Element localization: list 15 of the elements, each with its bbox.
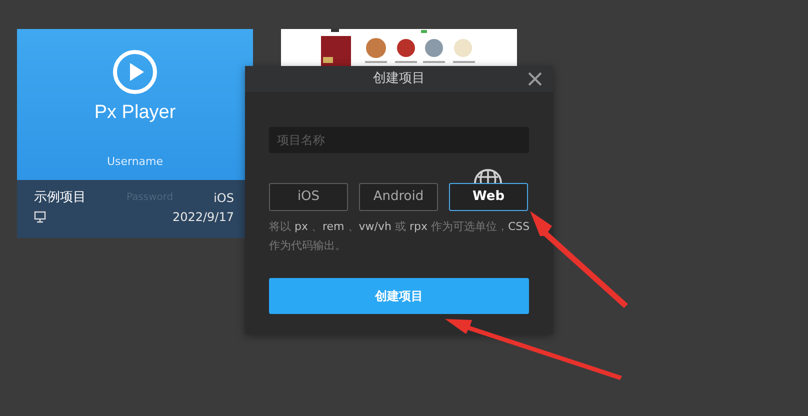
project-name-field[interactable]: 项目名称 (269, 127, 529, 153)
globe-icon (473, 166, 503, 183)
monitor-icon (34, 210, 46, 222)
platform-tab[interactable]: Web (449, 183, 528, 211)
platform-label: iOS (214, 190, 234, 207)
project-name: 示例项目 (34, 189, 86, 207)
hint-text: 将以 px 、rem 、vw/vh 或 rpx 作为可选单位，CSS 作为代码输出。 (269, 219, 531, 254)
username-label: Username (106, 154, 164, 170)
play-icon (112, 49, 158, 95)
dialog-title: 创建项目 (373, 70, 425, 88)
app-logo-text: Px Player (94, 101, 176, 125)
platform-tab[interactable]: Android (359, 183, 438, 211)
project-date: 2022/9/17 (172, 208, 234, 226)
close-icon[interactable] (527, 71, 543, 87)
platform-tab[interactable]: iOS (269, 183, 348, 211)
